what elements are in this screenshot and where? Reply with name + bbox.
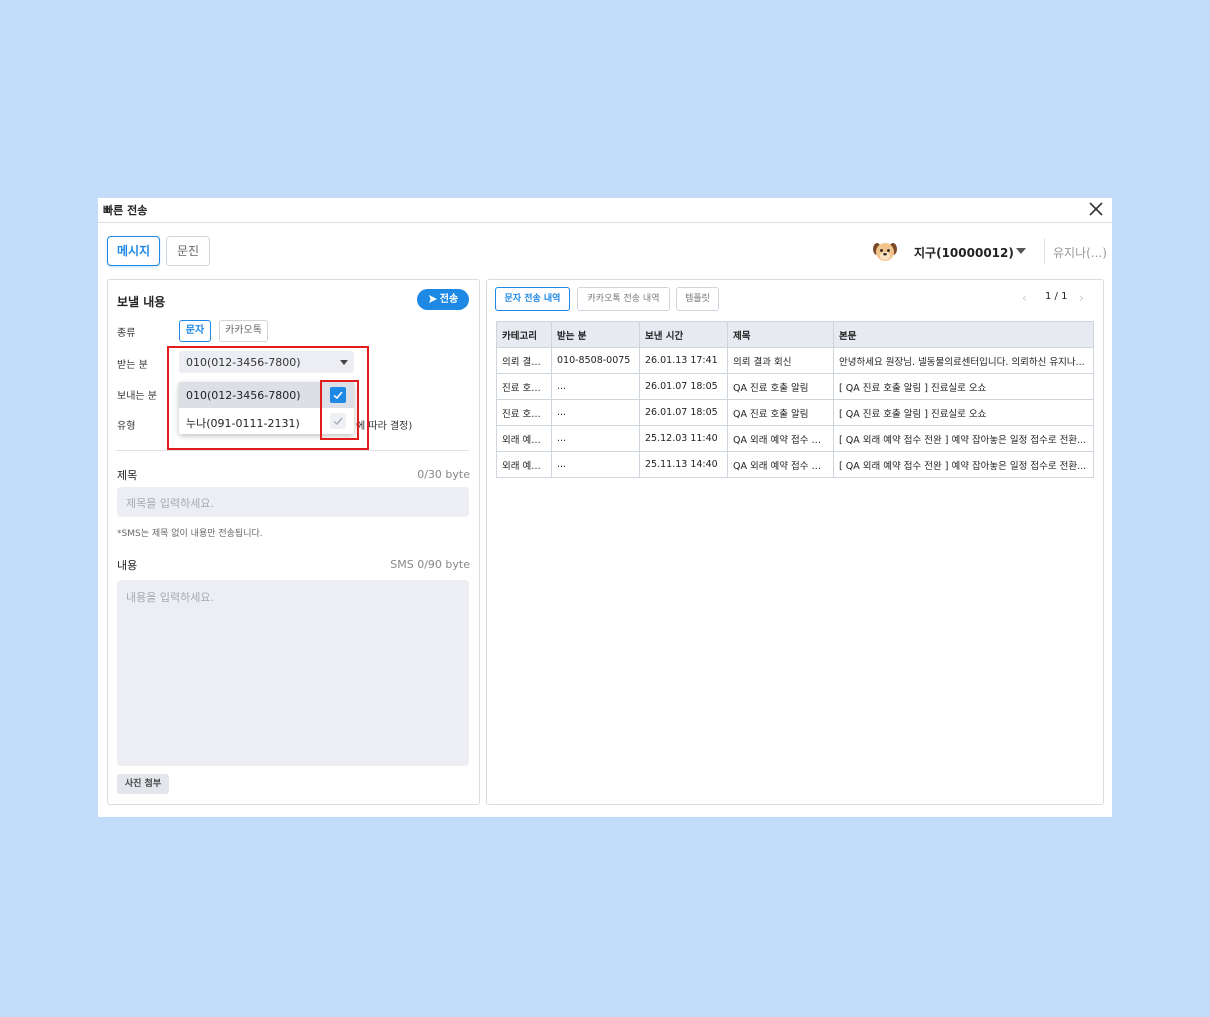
cell-body: 안녕하세요 원장님. 넬동물의료센터입니다. 의뢰하신 유지나... <box>833 347 1094 374</box>
cell-body: [ QA 외래 예약 접수 전완 ] 예약 잡아놓은 일정 접수로 전환... <box>833 451 1094 478</box>
body-counter: SMS 0/90 byte <box>390 558 470 571</box>
sms-hint: *SMS는 제목 없이 내용만 전송됩니다. <box>117 529 263 539</box>
cell-category: 외래 예약 접수 <box>496 425 552 452</box>
tab-message[interactable]: 메시지 <box>107 236 160 266</box>
chevron-right-icon[interactable]: › <box>1079 291 1084 305</box>
table-row[interactable]: 진료 호출 알림 ... 26.01.07 18:05 QA 진료 호출 알림 … <box>496 373 1094 400</box>
cell-body: [ QA 진료 호출 알림 ] 진료실로 오쇼 <box>833 373 1094 400</box>
body-placeholder: 내용을 입력하세요. <box>126 591 214 604</box>
table-row[interactable]: 외래 예약 접수 ... 25.12.03 11:40 QA 외래 예약 접수 … <box>496 425 1094 452</box>
column-header[interactable]: 보낸 시간 <box>639 321 728 348</box>
column-header[interactable]: 제목 <box>727 321 834 348</box>
body-textarea[interactable]: 내용을 입력하세요. <box>117 580 469 766</box>
column-header[interactable]: 카테고리 <box>496 321 552 348</box>
send-button[interactable]: 전송 <box>417 289 469 310</box>
attach-photo-button[interactable]: 사진 첨부 <box>117 774 169 794</box>
highlight-box-checkbox <box>320 380 359 440</box>
cell-subject: QA 외래 예약 접수 전완 <box>727 451 834 478</box>
column-header[interactable]: 받는 분 <box>551 321 640 348</box>
send-label: 전송 <box>439 294 459 305</box>
tab-questionnaire[interactable]: 문진 <box>166 236 210 266</box>
cell-recipient: 010-8508-0075 <box>551 347 640 374</box>
title-bar: 빠른 전송 <box>98 198 1112 223</box>
cell-sent-time: 26.01.13 17:41 <box>639 347 728 374</box>
type-label: 종류 <box>117 328 136 339</box>
sender-label: 보내는 분 <box>117 391 157 402</box>
cell-sent-time: 25.12.03 11:40 <box>639 425 728 452</box>
compose-title: 보낼 내용 <box>117 295 166 309</box>
window-title: 빠른 전송 <box>103 204 148 217</box>
subject-placeholder: 제목을 입력하세요. <box>126 497 214 510</box>
kind-label: 유형 <box>117 421 136 432</box>
user-name[interactable]: 지구(10000012) <box>914 244 1014 261</box>
cell-subject: QA 진료 호출 알림 <box>727 373 834 400</box>
cell-recipient: ... <box>551 399 640 426</box>
cell-subject: 의뢰 결과 회신 <box>727 347 834 374</box>
subject-counter: 0/30 byte <box>417 468 470 481</box>
cell-recipient: ... <box>551 451 640 478</box>
cell-recipient: ... <box>551 373 640 400</box>
divider <box>116 450 469 451</box>
cell-body: [ QA 진료 호출 알림 ] 진료실로 오쇼 <box>833 399 1094 426</box>
cell-category: 외래 예약 접수 <box>496 451 552 478</box>
table-row[interactable]: 진료 호출 알림 ... 26.01.07 18:05 QA 진료 호출 알림 … <box>496 399 1094 426</box>
cell-category: 의뢰 결과 회신 <box>496 347 552 374</box>
compose-panel: 보낼 내용 전송 종류 문자 카카오톡 받는 분 010(012-3456-78… <box>107 279 480 805</box>
table-row[interactable]: 외래 예약 접수 ... 25.11.13 14:40 QA 외래 예약 접수 … <box>496 451 1094 478</box>
type-kakao-chip[interactable]: 카카오톡 <box>219 320 268 342</box>
close-icon[interactable] <box>1086 199 1106 219</box>
type-sms-chip[interactable]: 문자 <box>179 320 211 342</box>
body-label: 내용 <box>117 559 138 572</box>
column-header[interactable]: 본문 <box>833 321 1094 348</box>
cell-subject: QA 진료 호출 알림 <box>727 399 834 426</box>
cell-subject: QA 외래 예약 접수 전완 <box>727 425 834 452</box>
dog-face-icon <box>873 243 897 261</box>
subject-input[interactable]: 제목을 입력하세요. <box>117 487 469 517</box>
tab-kakao-history[interactable]: 카카오톡 전송 내역 <box>577 287 670 311</box>
subject-label: 제목 <box>117 469 138 482</box>
cell-sent-time: 26.01.07 18:05 <box>639 373 728 400</box>
cell-sent-time: 25.11.13 14:40 <box>639 451 728 478</box>
cell-category: 진료 호출 알림 <box>496 373 552 400</box>
tab-template[interactable]: 템플릿 <box>676 287 719 311</box>
table-row[interactable]: 의뢰 결과 회신 010-8508-0075 26.01.13 17:41 의뢰… <box>496 347 1094 374</box>
send-icon <box>428 295 437 303</box>
chevron-down-icon[interactable] <box>1016 248 1026 254</box>
cell-recipient: ... <box>551 425 640 452</box>
page-indicator: 1 / 1 <box>1045 291 1068 302</box>
quick-send-window: 빠른 전송 메시지 문진 지구(10000012) 유지나(...) 보낼 내용… <box>98 198 1112 817</box>
cell-body: [ QA 외래 예약 접수 전완 ] 예약 잡아놓은 일정 접수로 전환... <box>833 425 1094 452</box>
history-table: 카테고리 받는 분 보낸 시간 제목 본문 의뢰 결과 회신 010-8508-… <box>496 321 1094 478</box>
table-header-row: 카테고리 받는 분 보낸 시간 제목 본문 <box>496 321 1094 348</box>
history-panel: 문자 전송 내역 카카오톡 전송 내역 템플릿 ‹ 1 / 1 › 카테고리 받… <box>486 279 1104 805</box>
divider <box>1044 238 1045 264</box>
cell-sent-time: 26.01.07 18:05 <box>639 399 728 426</box>
chevron-left-icon[interactable]: ‹ <box>1022 291 1027 305</box>
tab-sms-history[interactable]: 문자 전송 내역 <box>495 287 570 311</box>
cell-category: 진료 호출 알림 <box>496 399 552 426</box>
other-user[interactable]: 유지나(...) <box>1053 244 1107 261</box>
recipient-label: 받는 분 <box>117 360 148 371</box>
